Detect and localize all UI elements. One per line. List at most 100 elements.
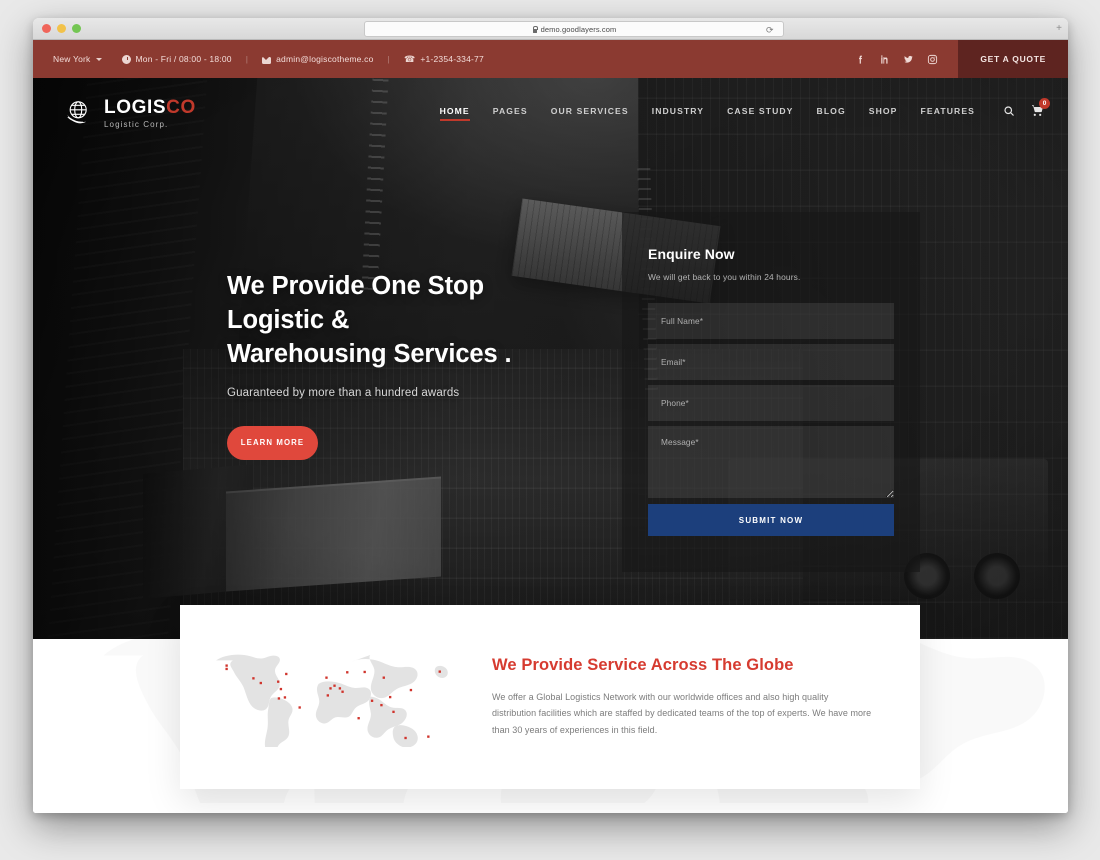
enquire-now-panel: Enquire Now We will get back to you with… [622, 212, 920, 572]
office-marker [259, 681, 262, 684]
world-map-landmasses [216, 654, 448, 748]
address-bar[interactable]: demo.goodlayers.com ⟳ [364, 21, 784, 37]
logo[interactable]: LOGISCO Logistic Corp. [63, 97, 196, 129]
logo-wordmark: LOGISCO [104, 96, 196, 118]
office-marker [285, 672, 288, 675]
search-icon[interactable] [1003, 104, 1015, 122]
office-marker [277, 697, 281, 700]
twitter-icon[interactable] [903, 54, 914, 65]
top-bar-left: New York Mon - Fri / 08:00 - 18:00 | adm… [33, 54, 484, 64]
globe-paragraph: We offer a Global Logistics Network with… [492, 692, 872, 735]
enquire-subtitle: We will get back to you within 24 hours. [648, 272, 801, 282]
close-window-button[interactable] [42, 24, 51, 33]
office-marker [277, 680, 280, 683]
office-marker [329, 686, 332, 690]
globe-card-copy: We Provide Service Across The Globe We o… [492, 656, 872, 737]
office-marker [325, 676, 328, 679]
window-controls [42, 24, 81, 33]
hero-title-line-2: Warehousing Services . [227, 339, 512, 368]
chevron-down-icon [95, 57, 102, 61]
business-hours: Mon - Fri / 08:00 - 18:00 [121, 54, 232, 64]
page-viewport: New York Mon - Fri / 08:00 - 18:00 | adm… [33, 40, 1068, 813]
office-marker [380, 703, 383, 707]
office-marker [341, 690, 344, 693]
office-marker [370, 699, 374, 702]
mail-icon [262, 56, 272, 64]
browser-window: demo.goodlayers.com ⟳ + New York Mon - F… [33, 18, 1068, 813]
office-marker [438, 670, 441, 673]
office-marker [388, 695, 392, 699]
nav-item-our-services[interactable]: OUR SERVICES [551, 106, 629, 121]
nav-item-home[interactable]: HOME [439, 106, 470, 121]
facebook-icon[interactable] [855, 54, 866, 65]
hero-title: We Provide One Stop Logistic & Warehousi… [227, 270, 517, 372]
cart-count-badge: 0 [1039, 98, 1050, 109]
office-marker [252, 676, 255, 680]
logo-tagline: Logistic Corp. [104, 119, 169, 129]
email-label: admin@logiscotheme.co [276, 54, 374, 64]
main-navigation: LOGISCO Logistic Corp. HOME PAGES OUR SE… [33, 78, 1068, 148]
browser-chrome: demo.goodlayers.com ⟳ + [33, 18, 1068, 40]
clock-icon [121, 54, 131, 64]
submit-now-button[interactable]: SUBMIT NOW [648, 504, 894, 536]
nav-item-features[interactable]: FEATURES [921, 106, 975, 121]
office-marker [225, 667, 228, 670]
office-marker [298, 706, 301, 709]
office-marker [283, 695, 287, 699]
office-marker [427, 735, 430, 738]
nav-item-shop[interactable]: SHOP [869, 106, 898, 121]
nav-item-industry[interactable]: INDUSTRY [652, 106, 704, 121]
enquire-title: Enquire Now [648, 246, 735, 262]
lock-icon [532, 26, 538, 33]
office-marker [338, 686, 342, 690]
enquiry-form: SUBMIT NOW [648, 303, 894, 536]
hero-title-line-1: We Provide One Stop Logistic & [227, 272, 484, 334]
nav-item-pages[interactable]: PAGES [493, 106, 528, 121]
separator: | [387, 54, 390, 64]
office-marker [333, 684, 336, 687]
city-selector[interactable]: New York [53, 54, 102, 64]
minimize-window-button[interactable] [57, 24, 66, 33]
office-marker [357, 716, 360, 720]
office-marker [392, 710, 395, 713]
full-name-input[interactable] [648, 303, 894, 339]
linkedin-icon[interactable] [879, 54, 890, 65]
phone-icon: ☎ [403, 53, 416, 64]
globe-service-card: We Provide Service Across The Globe We o… [180, 605, 920, 789]
logo-text: LOGISCO Logistic Corp. [104, 98, 196, 129]
city-label: New York [53, 54, 91, 64]
reload-icon[interactable]: ⟳ [766, 26, 775, 35]
nav-menu: HOME PAGES OUR SERVICES INDUSTRY CASE ST… [439, 106, 975, 121]
get-a-quote-button[interactable]: GET A QUOTE [958, 40, 1068, 78]
phone-label: +1-2354-334-77 [420, 54, 484, 64]
office-marker [409, 688, 413, 691]
learn-more-button[interactable]: LEARN MORE [227, 425, 318, 460]
globe-heading: We Provide Service Across The Globe [492, 656, 794, 675]
office-marker [382, 676, 385, 679]
instagram-icon[interactable] [927, 54, 938, 65]
globe-logo-icon [63, 97, 95, 129]
phone-input[interactable] [648, 385, 894, 421]
phone-contact[interactable]: ☎ +1-2354-334-77 [404, 54, 484, 64]
message-textarea[interactable] [648, 426, 894, 498]
office-marker [225, 664, 228, 667]
world-map-with-office-markers [216, 654, 448, 748]
social-links [855, 54, 958, 65]
hero-section: New York Mon - Fri / 08:00 - 18:00 | adm… [33, 40, 1068, 639]
office-marker [346, 670, 349, 674]
email-contact[interactable]: admin@logiscotheme.co [262, 54, 373, 64]
nav-item-case-study[interactable]: CASE STUDY [727, 106, 793, 121]
office-marker [363, 670, 366, 673]
maximize-window-button[interactable] [72, 24, 81, 33]
url-text: demo.goodlayers.com [540, 24, 617, 34]
top-bar-right: GET A QUOTE [855, 40, 1068, 78]
nav-item-blog[interactable]: BLOG [817, 106, 846, 121]
nav-tools: 0 [1003, 98, 1050, 122]
business-hours-label: Mon - Fri / 08:00 - 18:00 [135, 54, 232, 64]
email-input[interactable] [648, 344, 894, 380]
new-tab-button[interactable]: + [1056, 24, 1062, 34]
separator: | [245, 54, 249, 64]
office-marker [279, 687, 283, 690]
office-marker [404, 736, 407, 739]
cart-icon[interactable]: 0 [1031, 98, 1050, 122]
